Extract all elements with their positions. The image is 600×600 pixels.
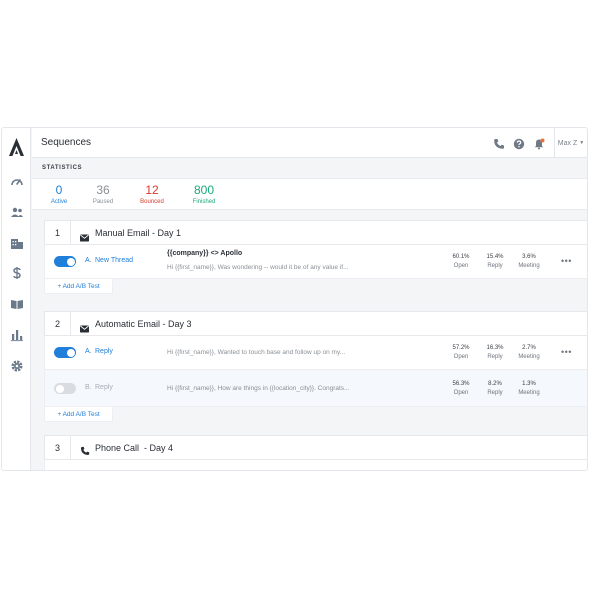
- step-number: 2: [45, 312, 71, 335]
- analytics-icon[interactable]: [8, 326, 25, 343]
- variant-name[interactable]: Reply: [95, 384, 113, 391]
- step-number: 1: [45, 221, 71, 244]
- statistics-label: STATISTICS: [42, 165, 83, 171]
- sidebar: [2, 128, 31, 470]
- variant-toggle[interactable]: [54, 383, 76, 394]
- companies-icon[interactable]: [8, 234, 25, 251]
- stat-bounced[interactable]: 12 Bounced: [135, 183, 169, 207]
- settings-icon[interactable]: [8, 357, 25, 374]
- variant-row[interactable]: B. Reply Hi {{first_name}}, How are thin…: [44, 371, 587, 407]
- metric-open: 57.2% Open: [452, 345, 470, 360]
- step-header[interactable]: 3 Phone Call - Day 4: [44, 435, 587, 460]
- metric-meeting: 2.7% Meeting: [518, 345, 540, 360]
- metric-meeting: 3.6% Meeting: [518, 254, 540, 269]
- step-number: 3: [45, 436, 71, 459]
- help-icon[interactable]: [513, 137, 525, 150]
- variant-name[interactable]: New Thread: [95, 257, 133, 264]
- variant-letter: B.: [85, 384, 92, 391]
- add-ab-test-button[interactable]: + Add A/B Test: [44, 407, 113, 422]
- page-title: Sequences: [41, 137, 92, 148]
- variant-letter: A.: [85, 257, 92, 264]
- variant-name[interactable]: Reply: [95, 348, 113, 355]
- variant-toggle[interactable]: [54, 256, 76, 267]
- statistics-bar: 0 Active 36 Paused 12 Bounced 800 Finish…: [32, 178, 587, 210]
- stat-paused[interactable]: 36 Paused: [87, 183, 119, 207]
- variant-row: [44, 460, 587, 470]
- step-header[interactable]: 2 Automatic Email - Day 3: [44, 311, 587, 336]
- more-options-icon[interactable]: •••: [561, 256, 572, 266]
- phone-icon[interactable]: [493, 137, 505, 149]
- variant-letter: A.: [85, 348, 92, 355]
- metric-open: 60.1% Open: [452, 254, 470, 269]
- notifications-icon[interactable]: [533, 137, 545, 150]
- variant-toggle[interactable]: [54, 347, 76, 358]
- sequences-book-icon[interactable]: [8, 295, 25, 312]
- more-options-icon[interactable]: •••: [561, 347, 572, 357]
- main-content: Sequences Max Z ▼ STATISTICS 0 Active 36: [32, 128, 587, 470]
- user-menu[interactable]: Max Z ▼: [554, 128, 587, 158]
- metric-open: 56.3% Open: [452, 381, 470, 396]
- stat-active[interactable]: 0 Active: [47, 183, 71, 207]
- step-name: Automatic Email - Day 3: [95, 319, 192, 329]
- app-window: Sequences Max Z ▼ STATISTICS 0 Active 36: [1, 127, 588, 471]
- add-ab-test-button[interactable]: + Add A/B Test: [44, 279, 113, 294]
- metric-reply: 16.3% Reply: [486, 345, 504, 360]
- mail-icon: [80, 229, 89, 242]
- phone-icon: [80, 443, 90, 455]
- apollo-logo-icon[interactable]: [7, 136, 26, 158]
- dollar-icon[interactable]: [8, 264, 25, 281]
- metric-reply: 8.2% Reply: [487, 381, 503, 396]
- email-preview: Hi {{first_name}}, Wanted to touch base …: [167, 349, 346, 356]
- header-bar: Sequences Max Z ▼: [32, 128, 587, 158]
- email-preview: Hi {{first_name}}, How are things in {{l…: [167, 385, 350, 392]
- chevron-down-icon: ▼: [579, 140, 585, 146]
- variant-row[interactable]: A. Reply Hi {{first_name}}, Wanted to to…: [44, 336, 587, 370]
- mail-icon: [80, 320, 89, 333]
- metric-meeting: 1.3% Meeting: [518, 381, 540, 396]
- variant-row[interactable]: A. New Thread {{company}} <> Apollo Hi {…: [44, 245, 587, 279]
- user-name: Max Z: [557, 139, 578, 147]
- email-subject: {{company}} <> Apollo: [167, 250, 243, 257]
- metric-reply: 15.4% Reply: [486, 254, 504, 269]
- people-icon[interactable]: [8, 203, 25, 220]
- step-name: Phone Call - Day 4: [95, 443, 174, 453]
- step-name: Manual Email - Day 1: [95, 228, 182, 238]
- email-preview: Hi {{first_name}}, Was wondering -- woul…: [167, 264, 349, 271]
- stat-finished[interactable]: 800 Finished: [186, 183, 222, 207]
- dashboard-icon[interactable]: [8, 173, 25, 190]
- step-header[interactable]: 1 Manual Email - Day 1: [44, 220, 587, 245]
